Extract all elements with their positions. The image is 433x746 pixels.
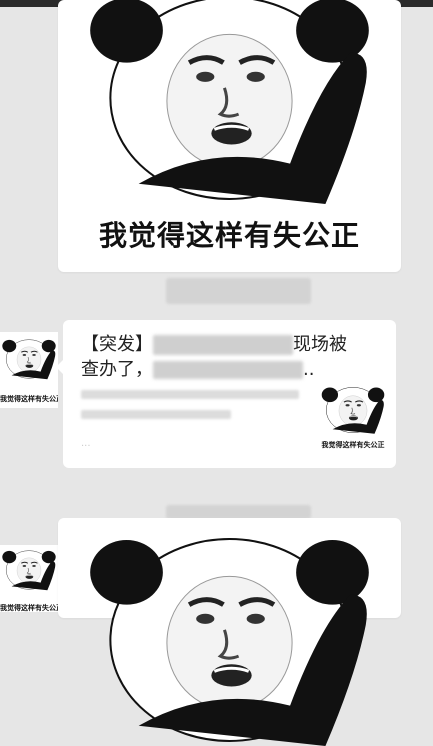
description-ellipsis: ... bbox=[81, 438, 91, 449]
thumbnail-panda-image bbox=[319, 386, 387, 434]
redacted-description bbox=[81, 390, 299, 399]
meme-image-message[interactable] bbox=[58, 518, 401, 618]
link-title-text: 现场被 bbox=[293, 334, 347, 355]
avatar-caption: 我觉得这样有失公正 bbox=[0, 604, 58, 612]
link-title[interactable]: 【突发】x现场被 查办了，x.. bbox=[81, 332, 381, 382]
redacted-text: x bbox=[153, 361, 303, 379]
message-timestamp bbox=[166, 505, 311, 519]
avatar[interactable]: 我觉得这样有失公正 bbox=[0, 332, 58, 408]
thumbnail-caption: 我觉得这样有失公正 bbox=[321, 441, 385, 449]
avatar[interactable]: 我觉得这样有失公正 bbox=[0, 545, 58, 612]
avatar-panda-image bbox=[0, 549, 58, 591]
panda-meme-image bbox=[78, 534, 381, 746]
link-thumbnail: 我觉得这样有失公正 bbox=[319, 386, 387, 456]
avatar-panda-image bbox=[0, 338, 58, 380]
redacted-description bbox=[81, 410, 231, 419]
panda-meme-image bbox=[78, 0, 381, 204]
meme-caption: 我觉得这样有失公正 bbox=[98, 219, 360, 252]
message-timestamp bbox=[166, 278, 311, 304]
redacted-text: x bbox=[153, 335, 293, 355]
shared-link-card[interactable]: 【突发】x现场被 查办了，x.. ... 我觉得这样有失公正 bbox=[56, 320, 396, 468]
avatar-caption: 我觉得这样有失公正 bbox=[0, 395, 58, 403]
link-title-tag: 【突发】 bbox=[81, 334, 153, 355]
meme-image-message[interactable]: 我觉得这样有失公正 bbox=[58, 0, 401, 272]
bubble-tail bbox=[56, 360, 63, 374]
link-title-ellipsis: .. bbox=[303, 359, 315, 380]
link-title-text-2: 查办了， bbox=[81, 359, 153, 380]
